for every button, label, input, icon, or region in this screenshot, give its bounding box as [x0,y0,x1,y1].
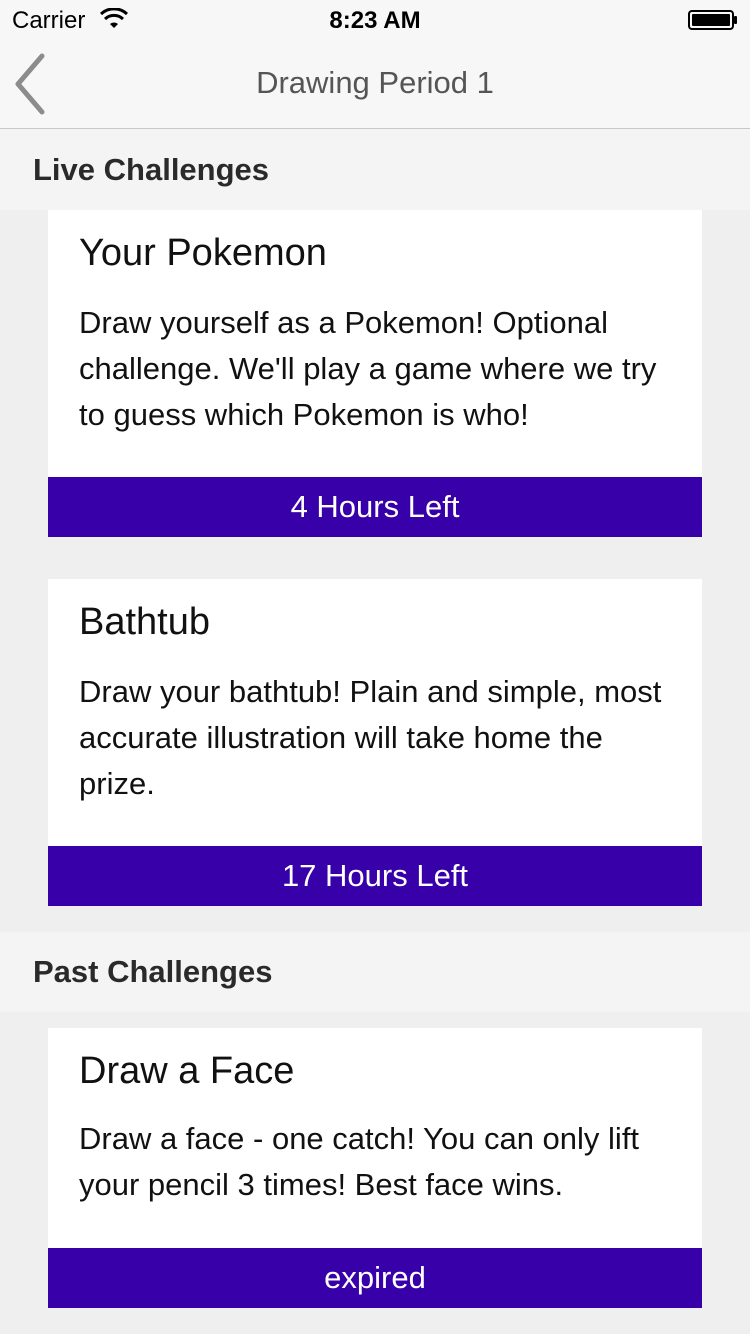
battery-icon [688,10,737,30]
section-title-live: Live Challenges [33,152,270,187]
section-header-live: Live Challenges [0,130,750,210]
challenge-title: Draw a Face [79,1050,295,1092]
section-header-past: Past Challenges [0,932,750,1012]
challenge-description: Draw a face - one catch! You can only li… [79,1121,640,1202]
time-left-banner: 4 Hours Left [48,477,702,537]
challenge-title: Bathtub [79,601,210,643]
expired-banner: expired [48,1248,702,1308]
challenge-card[interactable]: Your Pokemon Draw yourself as a Pokemon!… [48,210,702,537]
challenge-card[interactable]: Draw a Face Draw a face - one catch! You… [48,1028,702,1308]
challenge-description: Draw your bathtub! Plain and simple, mos… [79,674,662,801]
status-bar: Carrier 8:23 AM [0,0,750,40]
challenge-card[interactable]: Bathtub Draw your bathtub! Plain and sim… [48,579,702,906]
challenge-title: Your Pokemon [79,232,327,274]
page-title: Drawing Period 1 [256,65,494,100]
time-left-banner: 17 Hours Left [48,846,702,906]
status-time: 8:23 AM [329,7,421,34]
challenge-description: Draw yourself as a Pokemon! Optional cha… [79,305,657,432]
navigation-bar: Drawing Period 1 [0,40,750,129]
section-title-past: Past Challenges [33,954,273,989]
